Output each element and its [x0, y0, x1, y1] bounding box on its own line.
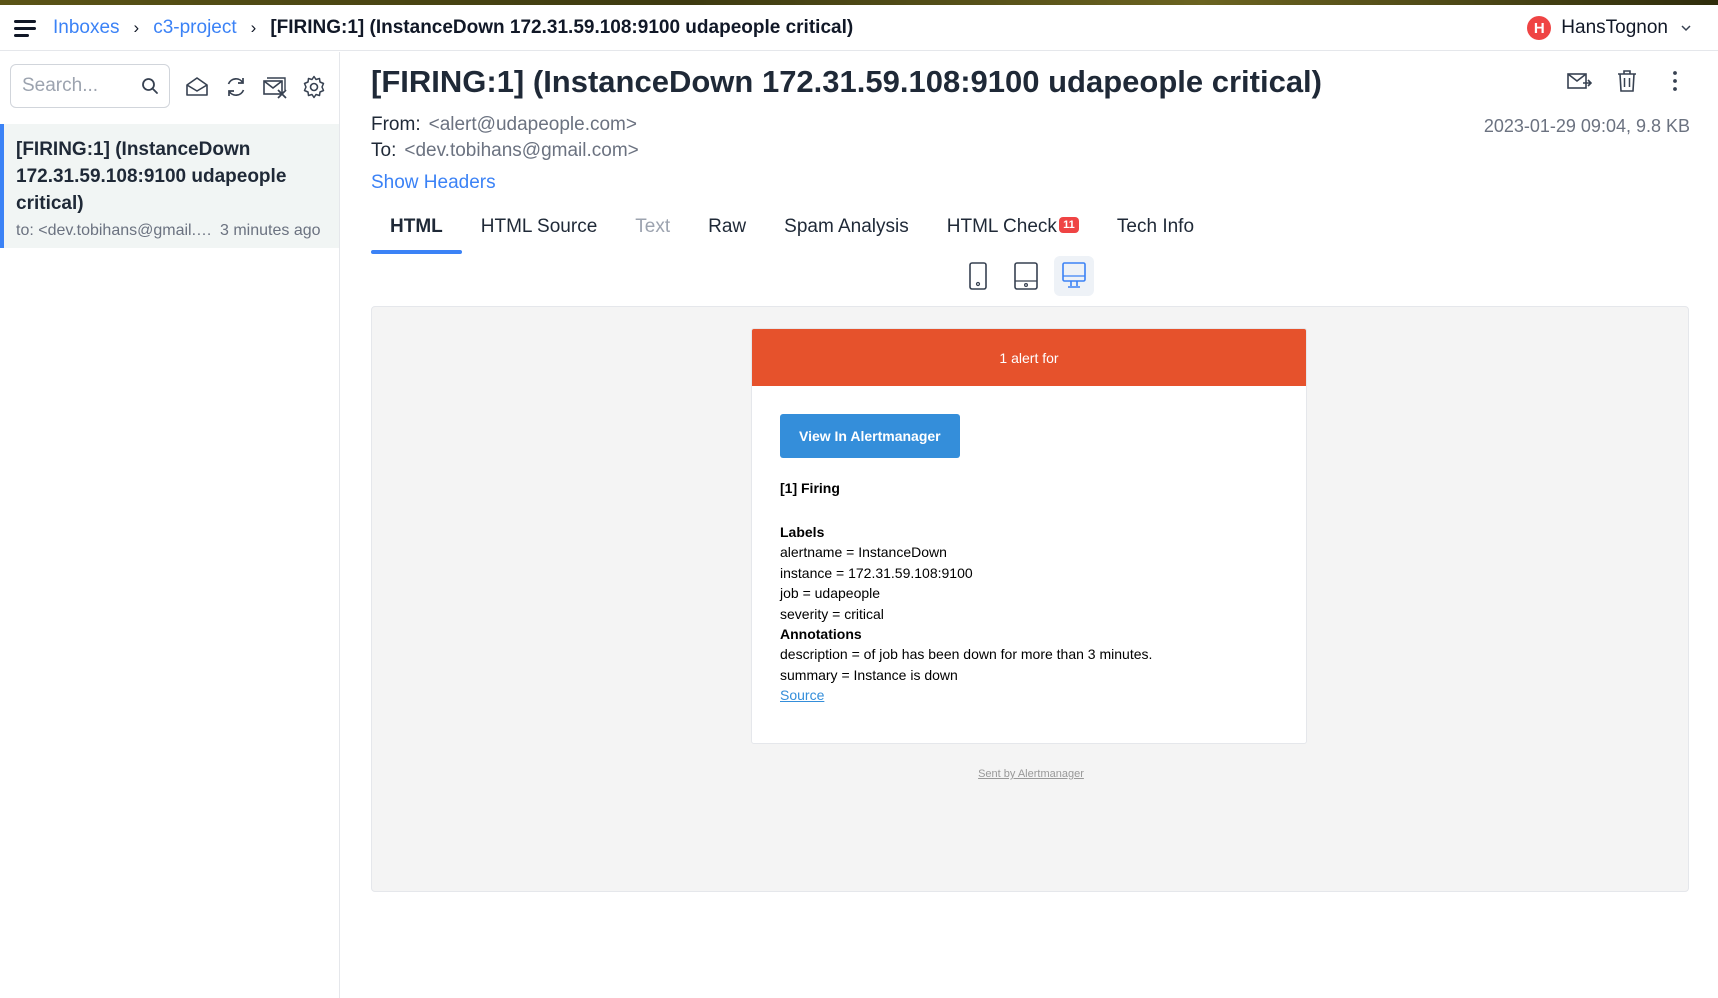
tablet-view-button[interactable] — [1006, 256, 1046, 296]
phone-view-button[interactable] — [958, 256, 998, 296]
refresh-icon[interactable] — [223, 74, 249, 100]
firing-count: [1] Firing — [780, 480, 840, 496]
menu-icon[interactable] — [14, 17, 38, 39]
delete-all-icon[interactable] — [262, 74, 288, 100]
tab-spam-analysis[interactable]: Spam Analysis — [765, 204, 928, 250]
search-input[interactable] — [22, 75, 132, 97]
view-in-alertmanager-button[interactable]: View In Alertmanager — [780, 414, 960, 458]
message-view: [FIRING:1] (InstanceDown 172.31.59.108:9… — [341, 52, 1718, 998]
to-label: To: — [371, 140, 397, 161]
sent-by-alertmanager-link[interactable]: Sent by Alertmanager — [372, 768, 1690, 780]
breadcrumb-inboxes[interactable]: Inboxes — [53, 17, 120, 39]
tab-text: Text — [635, 216, 671, 237]
label-alertname: alertname = InstanceDown — [780, 544, 947, 560]
html-check-badge: 11 — [1058, 217, 1079, 233]
source-link[interactable]: Source — [780, 685, 1278, 706]
message-recipient: to: <dev.tobihans@gmail.com> — [16, 222, 216, 239]
tab-html-source[interactable]: HTML Source — [462, 204, 617, 250]
to-line: To: <dev.tobihans@gmail.com> — [371, 140, 639, 162]
label-instance: instance = 172.31.59.108:9100 — [780, 564, 973, 581]
email-content-card: 1 alert for View In Alertmanager [1] Fir… — [751, 328, 1307, 744]
from-line: From: <alert@udapeople.com> — [371, 114, 637, 136]
from-address: <alert@udapeople.com> — [428, 114, 637, 135]
top-bar: Inboxes › c3-project › [FIRING:1] (Insta… — [0, 5, 1718, 51]
breadcrumb-project[interactable]: c3-project — [153, 17, 236, 39]
view-tabs: HTML HTML Source Text Raw Spam Analysis … — [371, 204, 1213, 254]
tablet-icon — [1014, 262, 1038, 290]
message-time: 3 minutes ago — [220, 222, 321, 239]
forward-mail-icon[interactable] — [1566, 68, 1592, 94]
tab-html-check[interactable]: HTML Check 11 — [928, 204, 1098, 250]
breadcrumb-separator-icon: › — [133, 18, 140, 37]
alert-header: 1 alert for — [752, 329, 1306, 386]
mark-read-icon[interactable] — [184, 74, 210, 100]
tab-tech-info[interactable]: Tech Info — [1098, 204, 1213, 250]
label-job: job = udapeople — [780, 585, 881, 601]
desktop-view-button[interactable] — [1054, 256, 1094, 296]
email-date-size: 2023-01-29 09:04, 9.8 KB — [1483, 116, 1690, 136]
labels-heading: Labels — [780, 524, 825, 540]
annotation-summary: summary = Instance is down — [780, 666, 958, 683]
trash-icon[interactable] — [1614, 68, 1640, 94]
email-preview: 1 alert for View In Alertmanager [1] Fir… — [371, 306, 1689, 892]
annotation-description: description = of job has been down for m… — [780, 646, 1153, 662]
desktop-icon — [1062, 262, 1086, 288]
breadcrumb-current: [FIRING:1] (InstanceDown 172.31.59.108:9… — [270, 17, 854, 38]
search-box — [10, 64, 170, 108]
user-name: HansTognon — [1561, 17, 1668, 38]
message-list-item[interactable]: [FIRING:1] (InstanceDown 172.31.59.108:9… — [0, 124, 339, 248]
breadcrumb-separator-icon: › — [250, 18, 257, 37]
search-icon[interactable] — [141, 77, 159, 95]
from-label: From: — [371, 114, 421, 135]
message-actions — [1566, 68, 1688, 94]
user-menu[interactable]: H HansTognon — [1527, 5, 1692, 51]
show-headers-link[interactable]: Show Headers — [371, 172, 496, 194]
to-address: <dev.tobihans@gmail.com> — [404, 140, 639, 161]
message-subject: [FIRING:1] (InstanceDown 172.31.59.108:9… — [16, 139, 287, 214]
device-switcher — [958, 256, 1094, 296]
tab-html[interactable]: HTML — [371, 204, 462, 254]
email-subject: [FIRING:1] (InstanceDown 172.31.59.108:9… — [371, 64, 1322, 99]
settings-icon[interactable] — [301, 74, 327, 100]
sidebar: [FIRING:1] (InstanceDown 172.31.59.108:9… — [0, 52, 340, 998]
chevron-down-icon — [1681, 25, 1691, 32]
sidebar-toolbar — [184, 74, 327, 100]
more-vertical-icon[interactable] — [1662, 68, 1688, 94]
breadcrumb: Inboxes › c3-project › [FIRING:1] (Insta… — [53, 5, 853, 51]
label-severity: severity = critical — [780, 605, 884, 622]
tab-html-check-label: HTML Check — [946, 216, 1057, 237]
avatar: H — [1527, 16, 1552, 40]
tab-raw[interactable]: Raw — [689, 204, 765, 250]
annotations-heading: Annotations — [780, 626, 862, 642]
phone-icon — [969, 262, 987, 290]
